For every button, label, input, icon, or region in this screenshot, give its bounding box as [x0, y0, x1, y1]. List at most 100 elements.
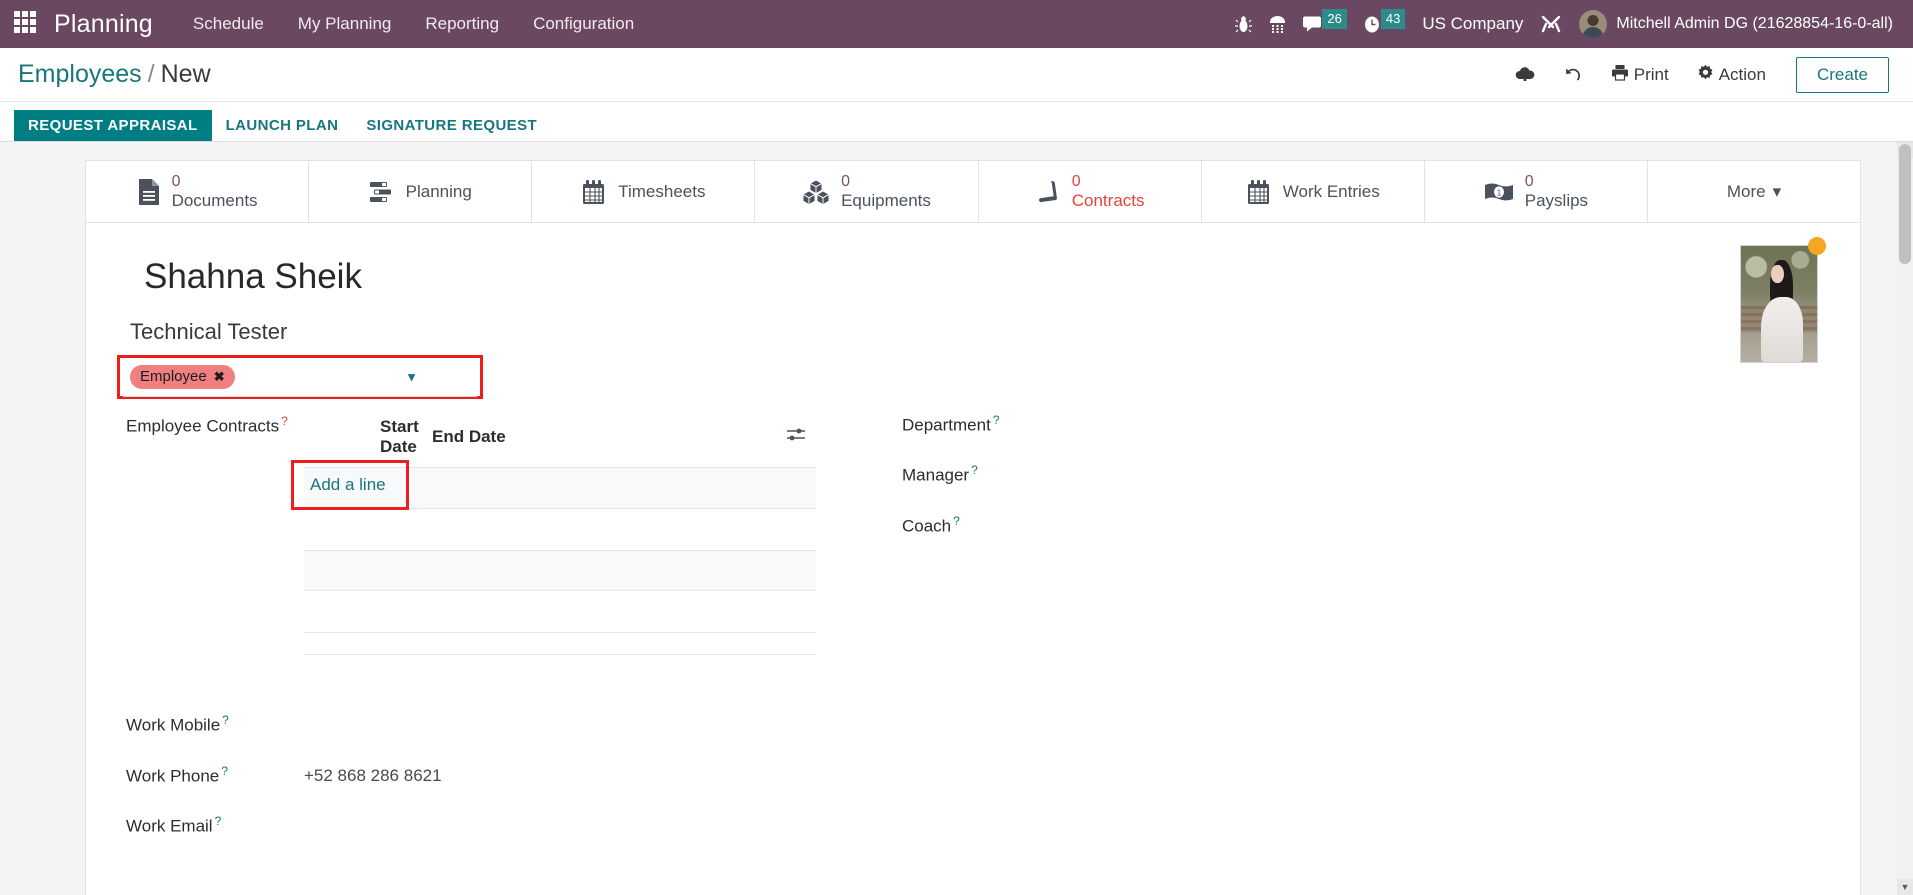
- more-stat-buttons-dropdown[interactable]: More ▾: [1647, 161, 1860, 222]
- employee-photo-container[interactable]: [1740, 237, 1826, 363]
- help-icon[interactable]: ?: [971, 463, 978, 477]
- stat-button-contracts[interactable]: 0 Contracts: [978, 161, 1202, 222]
- contracts-empty-row: [304, 509, 816, 551]
- money-bill-icon: 1: [1484, 181, 1514, 203]
- tag-remove-icon[interactable]: ✖: [214, 369, 225, 385]
- tools-wrench-icon[interactable]: [1540, 14, 1562, 34]
- control-panel-actions: Print Action Create: [1501, 56, 1889, 93]
- contracts-table-header: Start Date End Date: [304, 413, 816, 467]
- activities-count-badge: 43: [1380, 8, 1406, 29]
- scrollbar-thumb[interactable]: [1899, 144, 1911, 264]
- user-name-label: Mitchell Admin DG (21628854-16-0-all): [1616, 15, 1893, 32]
- employee-photo[interactable]: [1740, 245, 1818, 363]
- work-mobile-field[interactable]: Work Mobile?: [126, 713, 1820, 736]
- help-icon[interactable]: ?: [953, 514, 960, 528]
- chevron-down-icon[interactable]: ▼: [405, 370, 418, 385]
- action-button-strip: REQUEST APPRAISAL LAUNCH PLAN SIGNATURE …: [0, 102, 1913, 142]
- column-options-icon[interactable]: [786, 427, 816, 448]
- department-field[interactable]: Department?: [902, 413, 1820, 435]
- company-switcher[interactable]: US Company: [1422, 14, 1523, 34]
- calendar-icon: [581, 179, 607, 205]
- bug-icon[interactable]: [1235, 15, 1253, 34]
- breadcrumb-current: New: [160, 60, 211, 88]
- activity-clock-icon[interactable]: 43: [1364, 8, 1406, 34]
- menu-item-reporting[interactable]: Reporting: [425, 14, 499, 34]
- help-icon[interactable]: ?: [221, 764, 228, 778]
- planning-list-icon: [369, 180, 395, 204]
- breadcrumb-employees[interactable]: Employees: [18, 60, 142, 89]
- stat-value-contracts: 0: [1071, 173, 1081, 191]
- manager-field[interactable]: Manager?: [902, 463, 1820, 485]
- signature-request-button[interactable]: SIGNATURE REQUEST: [352, 110, 551, 141]
- save-button[interactable]: [1501, 66, 1549, 84]
- help-icon[interactable]: ?: [993, 413, 1000, 427]
- print-button[interactable]: Print: [1597, 64, 1683, 86]
- page-title[interactable]: Shahna Sheik: [144, 257, 1820, 297]
- boxes-icon: [802, 178, 831, 205]
- employee-form-sheet: 0 Documents Planning Timesheets 0 Equipm…: [85, 160, 1861, 895]
- menu-item-my-planning[interactable]: My Planning: [298, 14, 392, 34]
- request-appraisal-button[interactable]: REQUEST APPRAISAL: [14, 110, 212, 141]
- stat-button-timesheets[interactable]: Timesheets: [532, 161, 756, 222]
- print-label: Print: [1633, 64, 1669, 84]
- work-phone-field[interactable]: Work Phone? +52 868 286 8621: [126, 764, 1820, 787]
- work-phone-label: Work Phone?: [126, 763, 228, 786]
- stat-value-payslips: 0: [1524, 173, 1534, 191]
- stat-button-payslips[interactable]: 1 0 Payslips: [1424, 161, 1648, 222]
- messages-count-badge: 26: [1322, 8, 1347, 29]
- chat-messages-icon[interactable]: 26: [1303, 8, 1347, 34]
- form-right-column: Department? Manager? Coach?: [816, 413, 1820, 655]
- add-a-line-button[interactable]: Add a line: [310, 475, 386, 495]
- scroll-down-arrow[interactable]: ▼: [1897, 879, 1913, 895]
- stat-button-documents[interactable]: 0 Documents: [86, 161, 310, 222]
- help-icon[interactable]: ?: [222, 713, 229, 727]
- app-brand-planning[interactable]: Planning: [54, 10, 153, 39]
- stat-label-timesheets: Timesheets: [618, 181, 706, 201]
- vertical-scrollbar[interactable]: ▲ ▼: [1897, 142, 1913, 895]
- menu-item-configuration[interactable]: Configuration: [533, 14, 634, 34]
- main-menu: Schedule My Planning Reporting Configura…: [193, 14, 634, 34]
- form-left-column: Employee Contracts? Start Date End Date: [126, 413, 816, 655]
- breadcrumb-separator: /: [147, 60, 155, 88]
- help-icon[interactable]: ?: [281, 414, 288, 428]
- form-scroll-area: 0 Documents Planning Timesheets 0 Equipm…: [0, 142, 1913, 895]
- work-phone-value[interactable]: +52 868 286 8621: [304, 766, 442, 786]
- work-email-field[interactable]: Work Email?: [126, 814, 1820, 837]
- calendar-icon: [1246, 179, 1272, 205]
- contracts-empty-row: [304, 591, 816, 633]
- apps-grid-icon[interactable]: [14, 11, 40, 37]
- add-a-line-highlight: Add a line: [291, 460, 409, 510]
- action-button[interactable]: Action: [1683, 64, 1780, 86]
- stat-value-documents: 0: [171, 173, 181, 191]
- tag-label: Employee: [140, 368, 207, 385]
- tag-employee[interactable]: Employee ✖: [130, 365, 235, 389]
- stat-label-documents: Documents: [171, 190, 258, 210]
- help-icon[interactable]: ?: [215, 814, 222, 828]
- action-label: Action: [1718, 64, 1766, 84]
- launch-plan-button[interactable]: LAUNCH PLAN: [212, 110, 353, 141]
- manager-label: Manager: [902, 465, 970, 485]
- coach-label: Coach: [902, 515, 952, 535]
- employee-job-title[interactable]: Technical Tester: [130, 319, 1820, 345]
- department-label: Department: [902, 415, 991, 435]
- form-columns: Employee Contracts? Start Date End Date: [126, 413, 1820, 655]
- user-menu[interactable]: Mitchell Admin DG (21628854-16-0-all): [1579, 10, 1893, 38]
- voip-dialpad-icon[interactable]: [1269, 15, 1286, 34]
- menu-item-schedule[interactable]: Schedule: [193, 14, 264, 34]
- employee-tags-field[interactable]: Employee ✖ ▼: [117, 355, 483, 399]
- work-contact-fields: Work Mobile? Work Phone? +52 868 286 862…: [126, 713, 1820, 837]
- contracts-empty-row: [304, 551, 816, 591]
- stat-button-work-entries[interactable]: Work Entries: [1201, 161, 1425, 222]
- discard-button[interactable]: [1549, 66, 1597, 84]
- create-button[interactable]: Create: [1795, 56, 1889, 93]
- stat-label-equipments: Equipments: [841, 190, 931, 210]
- column-header-end-date: End Date: [432, 427, 506, 446]
- add-a-line-row[interactable]: Add a line: [291, 460, 816, 510]
- stat-button-equipments[interactable]: 0 Equipments: [755, 161, 979, 222]
- coach-field[interactable]: Coach?: [902, 514, 1820, 536]
- book-icon: [1035, 179, 1061, 205]
- stat-value-equipments: 0: [841, 173, 850, 191]
- stat-button-planning[interactable]: Planning: [309, 161, 533, 222]
- employee-contracts-field: Employee Contracts? Start Date End Date: [126, 413, 816, 655]
- gear-icon: [1697, 64, 1714, 86]
